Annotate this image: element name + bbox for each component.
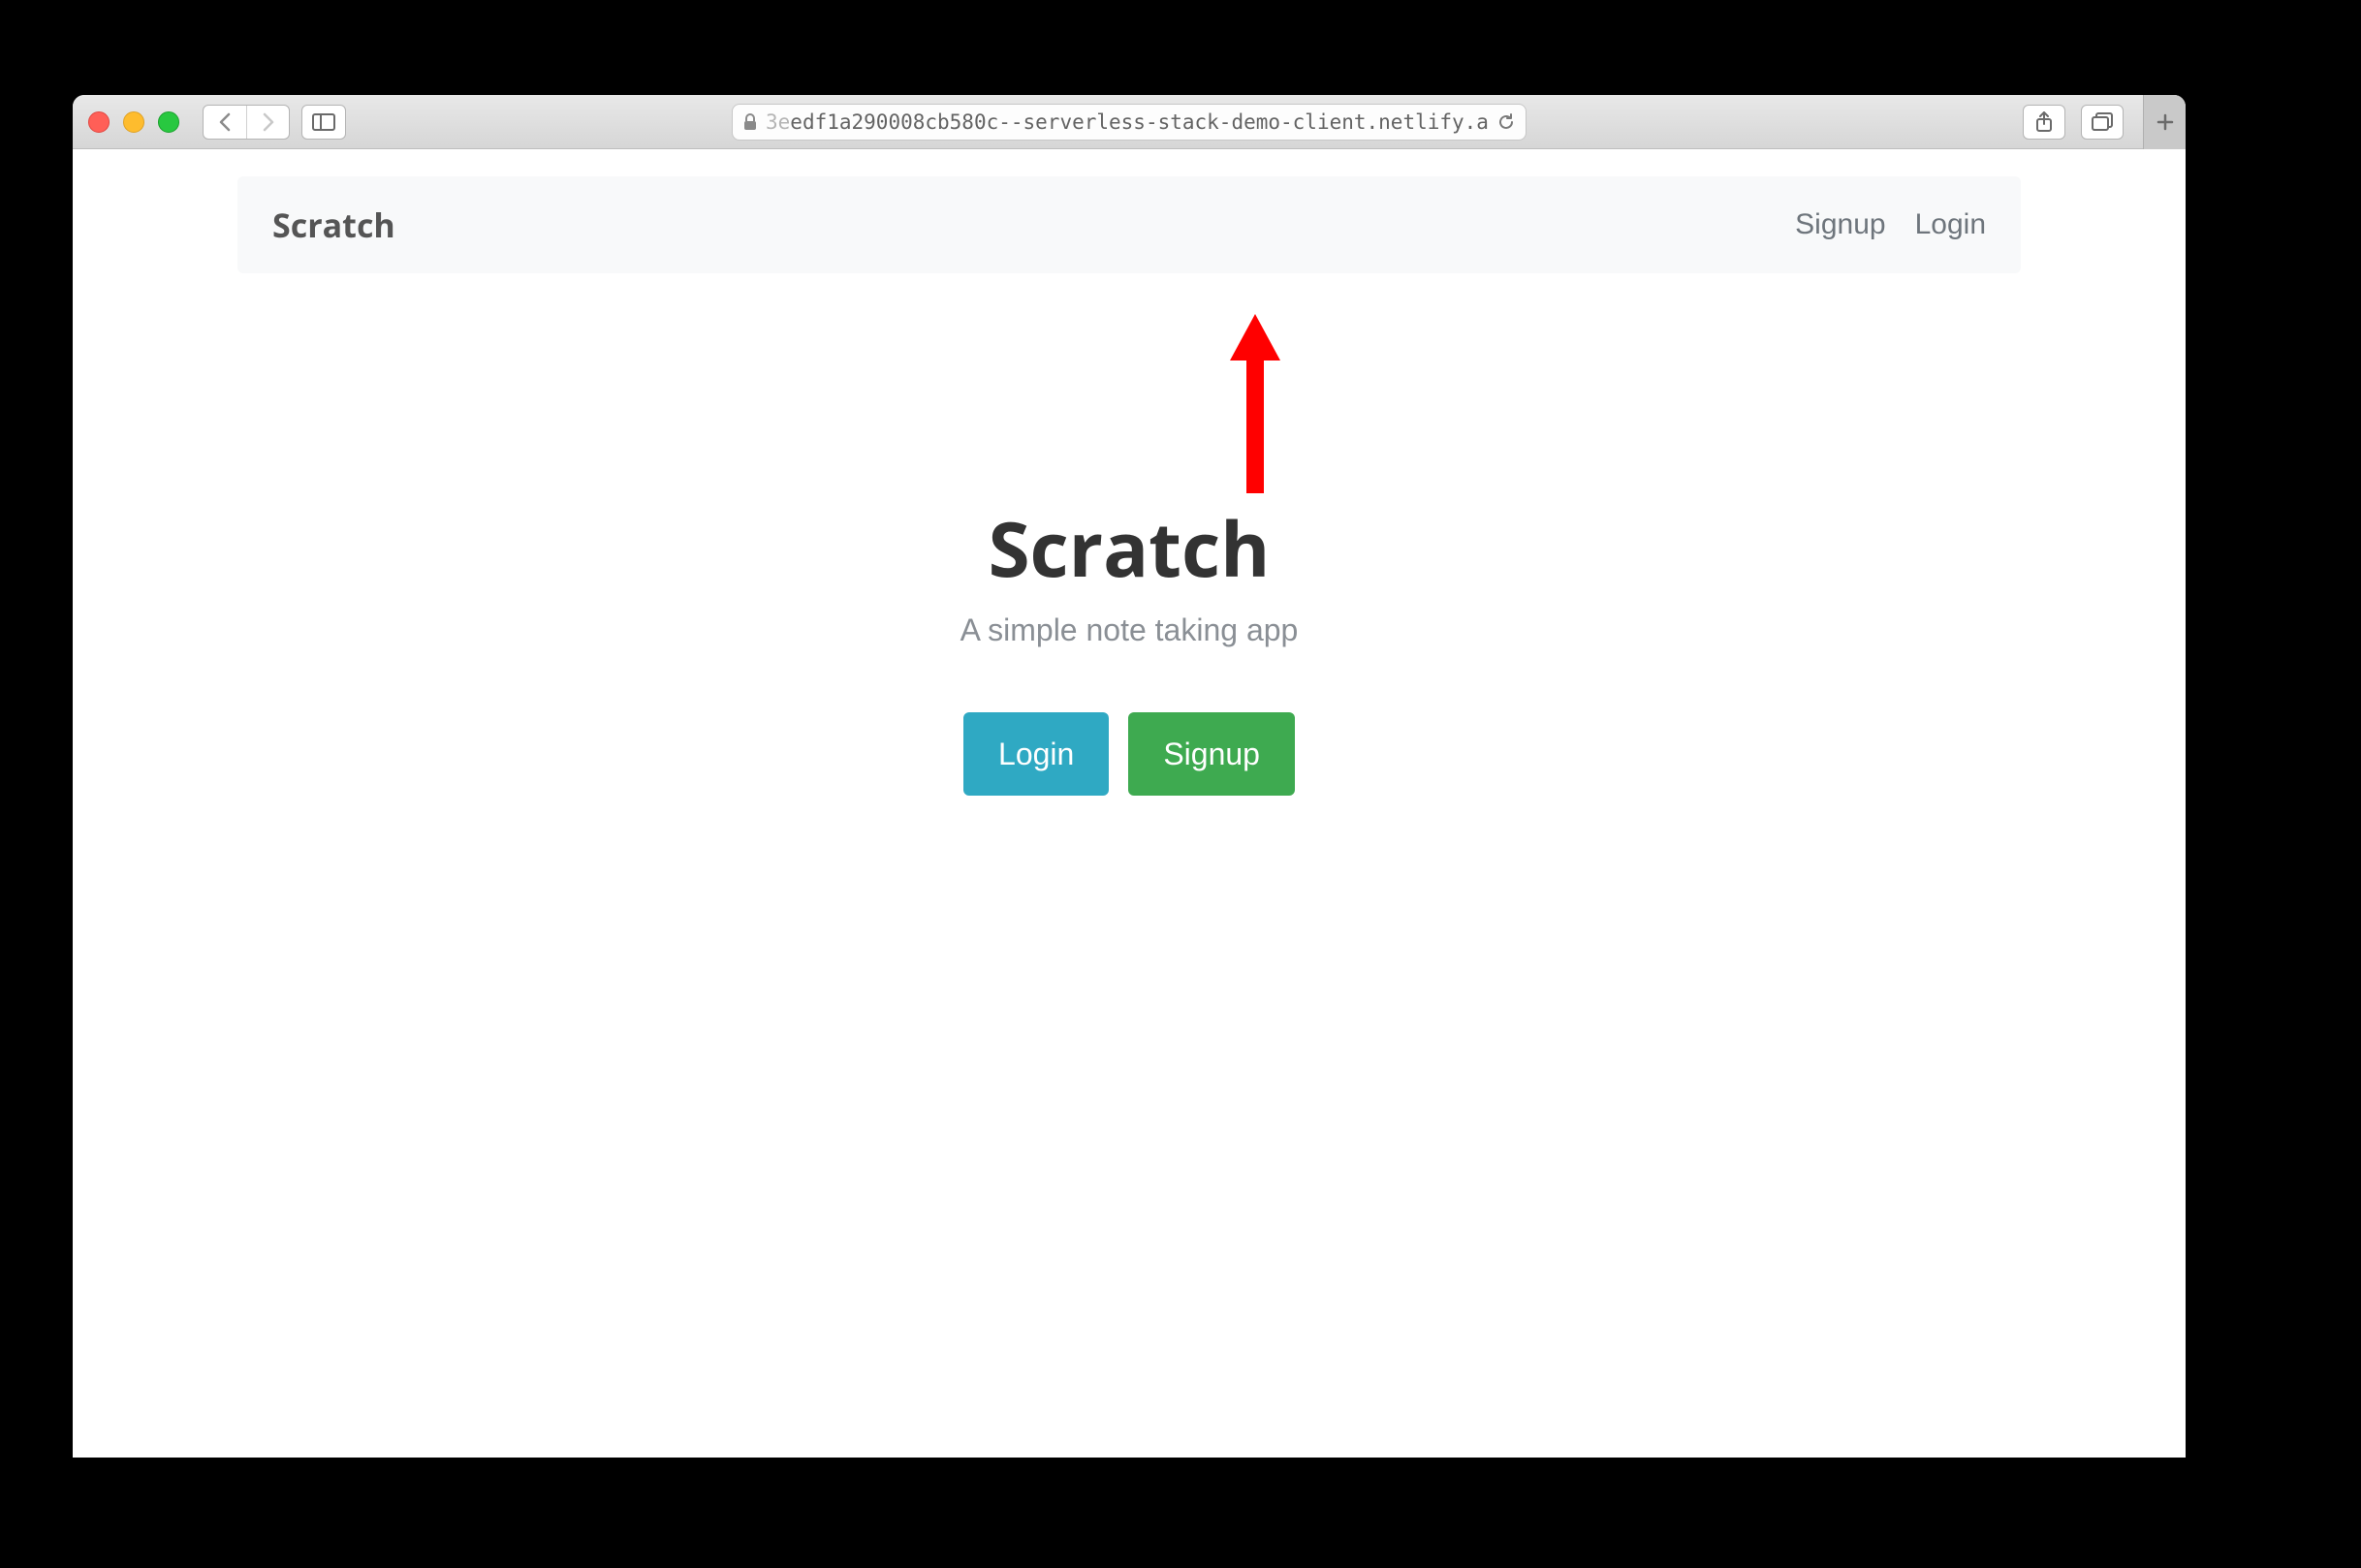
reload-button[interactable] [1496,112,1516,132]
browser-window: 3eedf1a290008cb580c--serverless-stack-de… [73,95,2186,1458]
back-button[interactable] [204,106,246,139]
window-controls [88,111,179,133]
hero-subtitle: A simple note taking app [73,612,2186,648]
share-button[interactable] [2023,105,2065,140]
page-viewport: Scratch Signup Login Scratch A simple no… [73,149,2186,1458]
signup-button[interactable]: Signup [1128,712,1295,796]
hero-title: Scratch [73,496,2186,599]
login-button[interactable]: Login [963,712,1109,796]
nav-signup-link[interactable]: Signup [1795,208,1885,241]
hero-buttons: Login Signup [73,712,2186,796]
toolbar-right [2023,95,2170,149]
lock-icon [742,113,758,131]
browser-toolbar: 3eedf1a290008cb580c--serverless-stack-de… [73,95,2186,149]
app-navbar: Scratch Signup Login [237,176,2021,273]
address-bar[interactable]: 3eedf1a290008cb580c--serverless-stack-de… [732,104,1527,141]
close-window-button[interactable] [88,111,110,133]
hero-section: Scratch A simple note taking app Login S… [73,496,2186,796]
new-tab-button[interactable] [2143,95,2186,149]
nav-button-group [203,105,290,140]
nav-login-link[interactable]: Login [1915,208,1986,241]
maximize-window-button[interactable] [158,111,179,133]
brand[interactable]: Scratch [272,203,395,247]
tabs-button[interactable] [2081,105,2124,140]
nav-links: Signup Login [1795,208,1986,241]
arrow-annotation-icon [1226,314,1284,498]
sidebar-toggle-button[interactable] [301,105,346,140]
url-text: 3eedf1a290008cb580c--serverless-stack-de… [766,110,1489,134]
forward-button[interactable] [246,106,289,139]
minimize-window-button[interactable] [123,111,144,133]
